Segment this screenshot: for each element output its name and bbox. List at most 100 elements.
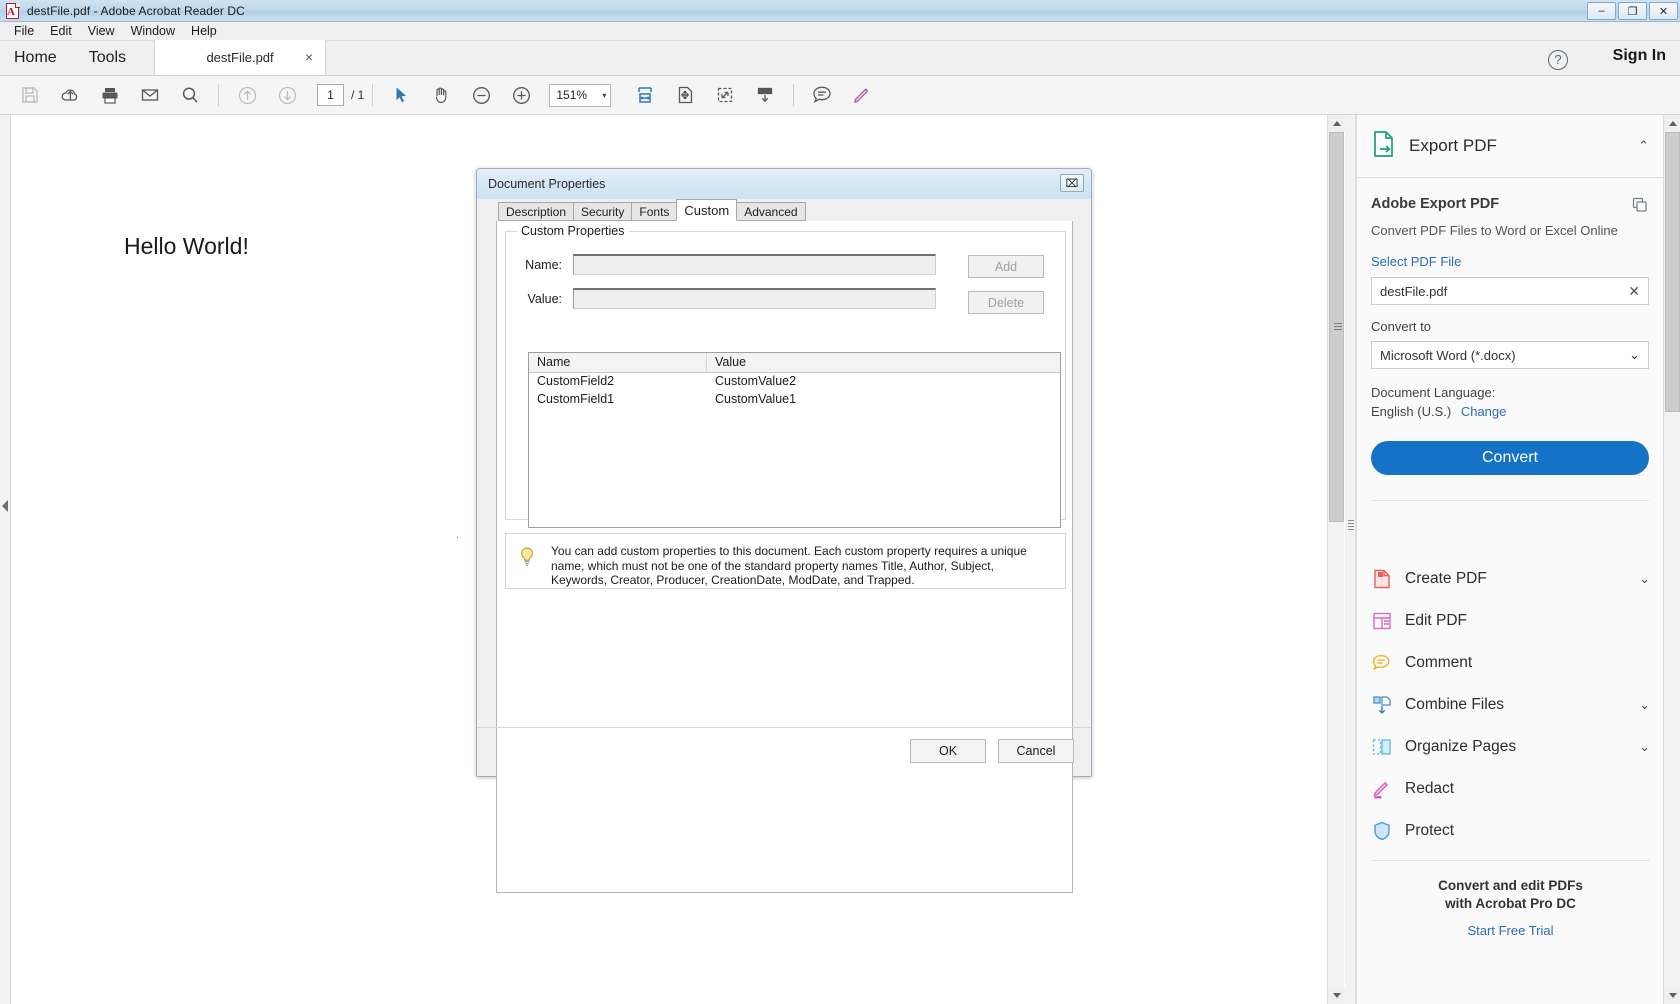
chevron-down-icon[interactable]: ⌄ (1639, 739, 1650, 755)
tool-redact[interactable]: Redact (1357, 768, 1663, 810)
column-header-value[interactable]: Value (707, 353, 1060, 372)
search-icon[interactable] (170, 76, 210, 114)
select-pdf-file-link[interactable]: Select PDF File (1371, 254, 1649, 269)
tool-combine-files[interactable]: Combine Files ⌄ (1357, 684, 1663, 726)
tab-custom[interactable]: Custom (676, 199, 737, 221)
cell-value: CustomValue1 (707, 391, 1060, 409)
change-language-link[interactable]: Change (1461, 404, 1507, 419)
expand-left-panel-icon[interactable] (2, 500, 8, 512)
column-header-name[interactable]: Name (529, 353, 707, 372)
select-tool-icon[interactable] (381, 76, 421, 114)
close-button[interactable]: ✕ (1649, 2, 1678, 20)
custom-properties-table[interactable]: Name Value CustomField2 CustomValue2 Cus… (528, 352, 1061, 528)
name-label: Name: (516, 258, 562, 272)
chevron-down-icon[interactable]: ⌄ (1639, 697, 1650, 713)
tab-strip: Home Tools destFile.pdf × ? Sign In (0, 41, 1680, 76)
save-icon[interactable] (10, 76, 50, 114)
hint-box: You can add custom properties to this do… (505, 533, 1066, 589)
highlight-icon[interactable] (842, 76, 882, 114)
toolbar-divider-2 (372, 84, 373, 106)
page-text: Hello World! (124, 233, 249, 260)
print-icon[interactable] (90, 76, 130, 114)
acrobat-icon: A (5, 3, 21, 19)
delete-button[interactable]: Delete (968, 291, 1044, 314)
window-controls: – ❐ ✕ (1587, 2, 1678, 20)
fit-page-icon[interactable] (665, 76, 705, 114)
document-scrollbar[interactable] (1327, 115, 1344, 1004)
comment-icon (1371, 652, 1393, 674)
menu-file[interactable]: File (6, 23, 42, 39)
add-button[interactable]: Add (968, 255, 1044, 278)
help-icon[interactable]: ? (1548, 50, 1568, 70)
table-row[interactable]: CustomField2 CustomValue2 (529, 373, 1060, 391)
copy-icon[interactable] (1631, 196, 1649, 219)
upsell-line-1: Convert and edit PDFs (1357, 877, 1663, 895)
start-free-trial-link[interactable]: Start Free Trial (1357, 923, 1663, 938)
tool-create-pdf[interactable]: Create PDF ⌄ (1357, 558, 1663, 600)
tab-description[interactable]: Description (498, 202, 574, 221)
right-panel-scrollbar[interactable] (1663, 115, 1680, 1004)
menu-window[interactable]: Window (123, 23, 183, 39)
comment-icon[interactable] (802, 76, 842, 114)
name-input[interactable] (573, 254, 936, 275)
convert-to-select[interactable]: Microsoft Word (*.docx) ⌄ (1371, 341, 1649, 369)
maximize-button[interactable]: ❐ (1618, 2, 1647, 20)
convert-button[interactable]: Convert (1371, 441, 1649, 475)
previous-page-icon[interactable] (227, 76, 267, 114)
toolbar-divider (218, 84, 219, 106)
dialog-tabs: Description Security Fonts Custom Advanc… (498, 200, 805, 221)
close-icon[interactable]: ✕ (1628, 283, 1640, 300)
scroll-up-button[interactable] (1328, 115, 1345, 132)
cancel-button[interactable]: Cancel (998, 739, 1074, 763)
tab-fonts[interactable]: Fonts (631, 202, 677, 221)
tab-home[interactable]: Home (0, 40, 73, 75)
email-icon[interactable] (130, 76, 170, 114)
chevron-up-icon[interactable]: ⌃ (1638, 138, 1649, 154)
value-input[interactable] (573, 288, 936, 309)
tab-tools[interactable]: Tools (73, 40, 142, 75)
upload-cloud-icon[interactable] (50, 76, 90, 114)
scroll-thumb[interactable] (1329, 132, 1344, 522)
edit-pdf-icon (1371, 610, 1393, 632)
protect-icon (1371, 820, 1393, 842)
rp-scroll-thumb[interactable] (1665, 132, 1680, 412)
tool-organize-pages[interactable]: Organize Pages ⌄ (1357, 726, 1663, 768)
dialog-close-button[interactable]: ⌧ (1060, 174, 1084, 192)
tab-close-icon[interactable]: × (305, 50, 313, 64)
right-panel: Export PDF ⌃ Adobe Export PDF Convert PD… (1356, 115, 1663, 1004)
ok-button[interactable]: OK (910, 739, 986, 763)
redact-icon (1371, 778, 1393, 800)
tab-document[interactable]: destFile.pdf × (154, 40, 326, 75)
menu-help[interactable]: Help (183, 23, 225, 39)
scroll-mode-icon[interactable] (745, 76, 785, 114)
zoom-level-select[interactable]: 151% ▾ (549, 84, 611, 107)
zoom-out-icon[interactable] (461, 76, 501, 114)
tab-advanced[interactable]: Advanced (736, 202, 805, 221)
menu-view[interactable]: View (80, 23, 123, 39)
tool-comment[interactable]: Comment (1357, 642, 1663, 684)
hand-tool-icon[interactable] (421, 76, 461, 114)
fit-width-icon[interactable] (625, 76, 665, 114)
chevron-down-icon[interactable]: ⌄ (1639, 571, 1650, 587)
sign-in-button[interactable]: Sign In (1613, 47, 1666, 65)
zoom-in-icon[interactable] (501, 76, 541, 114)
next-page-icon[interactable] (267, 76, 307, 114)
table-row[interactable]: CustomField1 CustomValue1 (529, 391, 1060, 409)
export-pdf-header[interactable]: Export PDF ⌃ (1357, 115, 1663, 178)
export-pdf-title: Adobe Export PDF (1371, 196, 1649, 212)
scroll-down-button[interactable] (1328, 987, 1345, 1004)
fullscreen-icon[interactable] (705, 76, 745, 114)
rp-scroll-down-button[interactable] (1664, 987, 1680, 1004)
rp-scroll-up-button[interactable] (1664, 115, 1680, 132)
page-number-input[interactable]: 1 (317, 84, 344, 106)
menu-edit[interactable]: Edit (42, 23, 80, 39)
export-pdf-label: Export PDF (1409, 136, 1638, 156)
zoom-level-value: 151% (556, 88, 587, 102)
tool-protect[interactable]: Protect (1357, 810, 1663, 852)
tab-security[interactable]: Security (573, 202, 632, 221)
selected-file-field[interactable]: destFile.pdf ✕ (1371, 277, 1649, 305)
right-panel-splitter[interactable] (1345, 115, 1356, 1004)
minimize-button[interactable]: – (1587, 2, 1616, 20)
left-panel-collapsed[interactable] (0, 115, 11, 1004)
tool-edit-pdf[interactable]: Edit PDF (1357, 600, 1663, 642)
